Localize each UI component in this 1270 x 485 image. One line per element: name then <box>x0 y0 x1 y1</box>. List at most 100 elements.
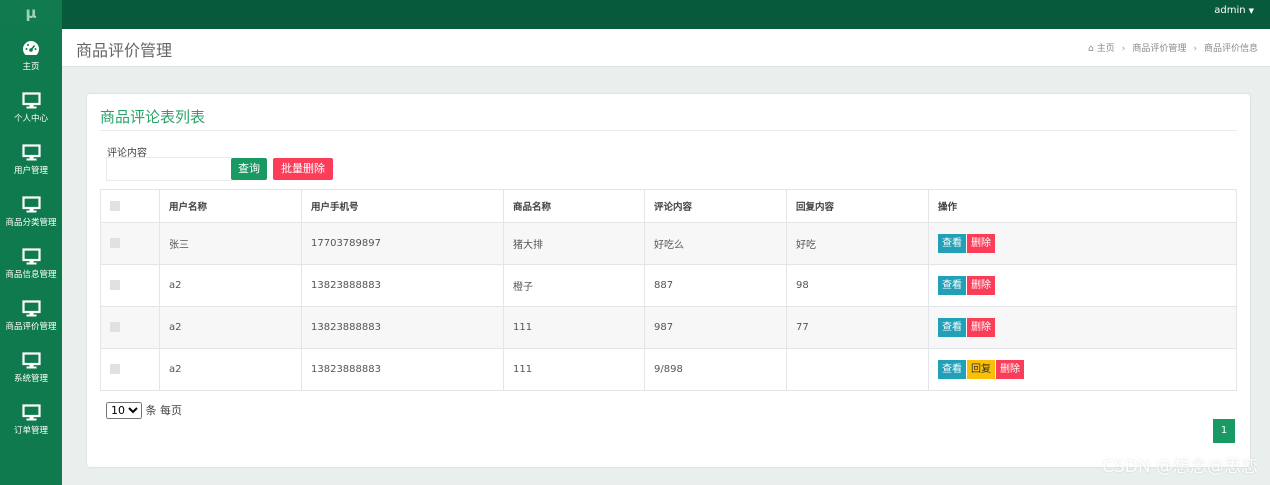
app-logo[interactable]: μ <box>0 0 62 29</box>
review-table: 用户名称 用户手机号 商品名称 评论内容 回复内容 操作 张三 17703789… <box>100 189 1237 391</box>
view-button[interactable]: 查看 <box>938 234 966 253</box>
sidebar-item-label: 商品分类管理 <box>5 218 57 228</box>
user-menu[interactable]: admin ▼ <box>1214 0 1254 22</box>
column-header: 用户名称 <box>159 189 302 223</box>
monitor-icon <box>0 300 62 320</box>
table-row: 张三 17703789897 猪大排 好吃么 好吃 查看 删除 <box>100 222 1237 265</box>
column-header: 操作 <box>928 189 1237 223</box>
table-row: a2 13823888883 橙子 887 98 查看 删除 <box>100 264 1237 307</box>
delete-button[interactable]: 删除 <box>967 276 995 295</box>
monitor-icon <box>0 196 62 216</box>
page-size-control: 10 条 每页 <box>106 402 182 419</box>
sidebar-item-label: 商品评价管理 <box>5 322 57 332</box>
monitor-icon <box>0 92 62 112</box>
sidebar-item-system[interactable]: 系统管理 <box>0 345 62 397</box>
column-header: 用户手机号 <box>301 189 504 223</box>
product-name-cell: 猪大排 <box>503 222 645 265</box>
breadcrumb: ⌂ 主页 › 商品评价管理 › 商品评价信息 <box>1088 41 1258 54</box>
delete-button[interactable]: 删除 <box>967 318 995 337</box>
row-checkbox[interactable] <box>110 280 120 290</box>
actions-cell: 查看 删除 <box>928 222 1237 265</box>
delete-button[interactable]: 删除 <box>996 360 1024 379</box>
page-header: 商品评价管理 ⌂ 主页 › 商品评价管理 › 商品评价信息 <box>62 29 1270 67</box>
reply-cell: 好吃 <box>786 222 929 265</box>
username: admin <box>1214 5 1246 16</box>
monitor-icon <box>0 144 62 164</box>
sidebar-item-home[interactable]: 主页 <box>0 33 62 85</box>
row-checkbox[interactable] <box>110 238 120 248</box>
comment-cell: 9/898 <box>644 348 787 391</box>
sidebar: 主页 个人中心 用户管理 商品分类管理 商品信息管理 商品评价管理 系统管理 订… <box>0 29 62 485</box>
reply-cell: 77 <box>786 306 929 349</box>
product-name-cell: 橙子 <box>503 264 645 307</box>
sidebar-item-label: 订单管理 <box>13 426 48 436</box>
select-all-cell <box>100 189 160 223</box>
sidebar-item-product-info[interactable]: 商品信息管理 <box>0 241 62 293</box>
sidebar-item-label: 商品信息管理 <box>5 270 57 280</box>
top-bar: μ admin ▼ <box>0 0 1270 29</box>
row-checkbox[interactable] <box>110 364 120 374</box>
comment-filter-input[interactable] <box>106 157 233 181</box>
user-name-cell: a2 <box>159 306 302 349</box>
view-button[interactable]: 查看 <box>938 276 966 295</box>
row-select-cell <box>100 264 160 307</box>
sidebar-item-label: 系统管理 <box>13 374 48 384</box>
home-icon: ⌂ <box>1088 44 1094 54</box>
search-button[interactable]: 查询 <box>231 158 267 180</box>
row-select-cell <box>100 222 160 265</box>
sidebar-item-label: 主页 <box>22 62 40 72</box>
comment-cell: 好吃么 <box>644 222 787 265</box>
actions-cell: 查看 删除 <box>928 264 1237 307</box>
breadcrumb-current: 商品评价信息 <box>1203 44 1258 54</box>
card-title: 商品评论表列表 <box>100 108 206 126</box>
breadcrumb-section[interactable]: 商品评价管理 <box>1132 44 1186 54</box>
sidebar-item-label: 用户管理 <box>13 166 48 176</box>
delete-button[interactable]: 删除 <box>967 234 995 253</box>
chevron-right-icon: › <box>1121 44 1126 54</box>
row-select-cell <box>100 306 160 349</box>
sidebar-item-product-review[interactable]: 商品评价管理 <box>0 293 62 345</box>
phone-cell: 13823888883 <box>301 264 504 307</box>
reply-cell: 98 <box>786 264 929 307</box>
comment-cell: 987 <box>644 306 787 349</box>
chevron-right-icon: › <box>1193 44 1197 54</box>
row-checkbox[interactable] <box>110 322 120 332</box>
page-size-select[interactable]: 10 <box>106 402 142 419</box>
divider <box>100 130 1237 131</box>
user-name-cell: a2 <box>159 348 302 391</box>
phone-cell: 17703789897 <box>301 222 504 265</box>
actions-cell: 查看 回复 删除 <box>928 348 1237 391</box>
reply-button[interactable]: 回复 <box>967 360 995 379</box>
column-header: 评论内容 <box>644 189 787 223</box>
sidebar-item-label: 个人中心 <box>13 114 48 124</box>
sidebar-item-product-category[interactable]: 商品分类管理 <box>0 189 62 241</box>
breadcrumb-home[interactable]: 主页 <box>1097 44 1115 54</box>
dashboard-icon <box>0 40 62 60</box>
column-header: 商品名称 <box>503 189 645 223</box>
watermark: CSDN @想念@思恋 <box>1102 457 1258 477</box>
review-list-card: 商品评论表列表 评论内容 查询 批量删除 用户名称 用户手机号 商品名称 评论内… <box>87 94 1250 467</box>
actions-cell: 查看 删除 <box>928 306 1237 349</box>
select-all-checkbox[interactable] <box>110 201 120 211</box>
user-name-cell: 张三 <box>159 222 302 265</box>
table-row: a2 13823888883 111 9/898 查看 回复 删除 <box>100 348 1237 391</box>
comment-cell: 887 <box>644 264 787 307</box>
product-name-cell: 111 <box>503 348 645 391</box>
view-button[interactable]: 查看 <box>938 318 966 337</box>
user-name-cell: a2 <box>159 264 302 307</box>
sidebar-item-users[interactable]: 用户管理 <box>0 137 62 189</box>
table-row: a2 13823888883 111 987 77 查看 删除 <box>100 306 1237 349</box>
view-button[interactable]: 查看 <box>938 360 966 379</box>
page-size-suffix: 条 每页 <box>145 404 183 417</box>
page-button-current[interactable]: 1 <box>1213 419 1235 443</box>
monitor-icon <box>0 352 62 372</box>
phone-cell: 13823888883 <box>301 348 504 391</box>
column-header: 回复内容 <box>786 189 929 223</box>
row-select-cell <box>100 348 160 391</box>
reply-cell <box>786 348 929 391</box>
sidebar-item-orders[interactable]: 订单管理 <box>0 397 62 449</box>
table-header-row: 用户名称 用户手机号 商品名称 评论内容 回复内容 操作 <box>100 189 1237 223</box>
monitor-icon <box>0 248 62 268</box>
bulk-delete-button[interactable]: 批量删除 <box>273 158 333 180</box>
sidebar-item-personal-center[interactable]: 个人中心 <box>0 85 62 137</box>
